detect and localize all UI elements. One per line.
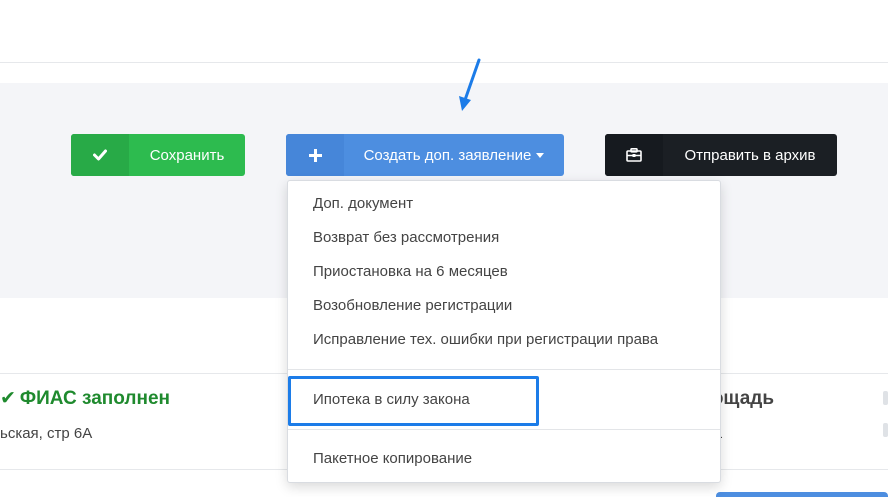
create-button-label: Создать доп. заявление bbox=[363, 146, 532, 164]
annotation-highlight-box bbox=[288, 376, 539, 426]
caret-down-icon bbox=[536, 153, 545, 159]
save-button[interactable]: Сохранить bbox=[71, 134, 245, 176]
menu-item-return-without-review[interactable]: Возврат без рассмотрения bbox=[313, 229, 499, 246]
archive-button-label: Отправить в архив bbox=[684, 146, 816, 164]
create-application-dropdown: Доп. документ Возврат без рассмотрения П… bbox=[287, 180, 721, 483]
check-icon: ✔ bbox=[0, 388, 16, 409]
menu-divider bbox=[288, 369, 720, 370]
fias-status: ✔ ФИАС заполнен bbox=[0, 387, 170, 410]
menu-item-fix-technical-error[interactable]: Исправление тех. ошибки при регистрации … bbox=[313, 331, 658, 348]
fias-status-label: ФИАС заполнен bbox=[19, 388, 171, 409]
menu-item-suspension-6-months[interactable]: Приостановка на 6 месяцев bbox=[313, 263, 508, 280]
edge-control bbox=[883, 423, 888, 437]
address-text: ьская, стр 6А bbox=[0, 425, 93, 442]
bottom-accent-button[interactable] bbox=[716, 492, 888, 497]
send-to-archive-button[interactable]: Отправить в архив bbox=[605, 134, 837, 176]
menu-item-additional-document[interactable]: Доп. документ bbox=[313, 195, 413, 212]
create-additional-application-button[interactable]: Создать доп. заявление bbox=[286, 134, 564, 176]
menu-item-resume-registration[interactable]: Возобновление регистрации bbox=[313, 297, 512, 314]
edge-control bbox=[883, 391, 888, 405]
check-icon bbox=[71, 134, 129, 176]
plus-icon bbox=[286, 134, 344, 176]
save-button-label: Сохранить bbox=[149, 146, 225, 164]
menu-item-batch-copy[interactable]: Пакетное копирование bbox=[313, 450, 472, 467]
top-divider bbox=[0, 62, 888, 63]
menu-divider bbox=[288, 429, 720, 430]
briefcase-icon bbox=[605, 134, 663, 176]
annotation-arrow-icon bbox=[459, 58, 481, 111]
